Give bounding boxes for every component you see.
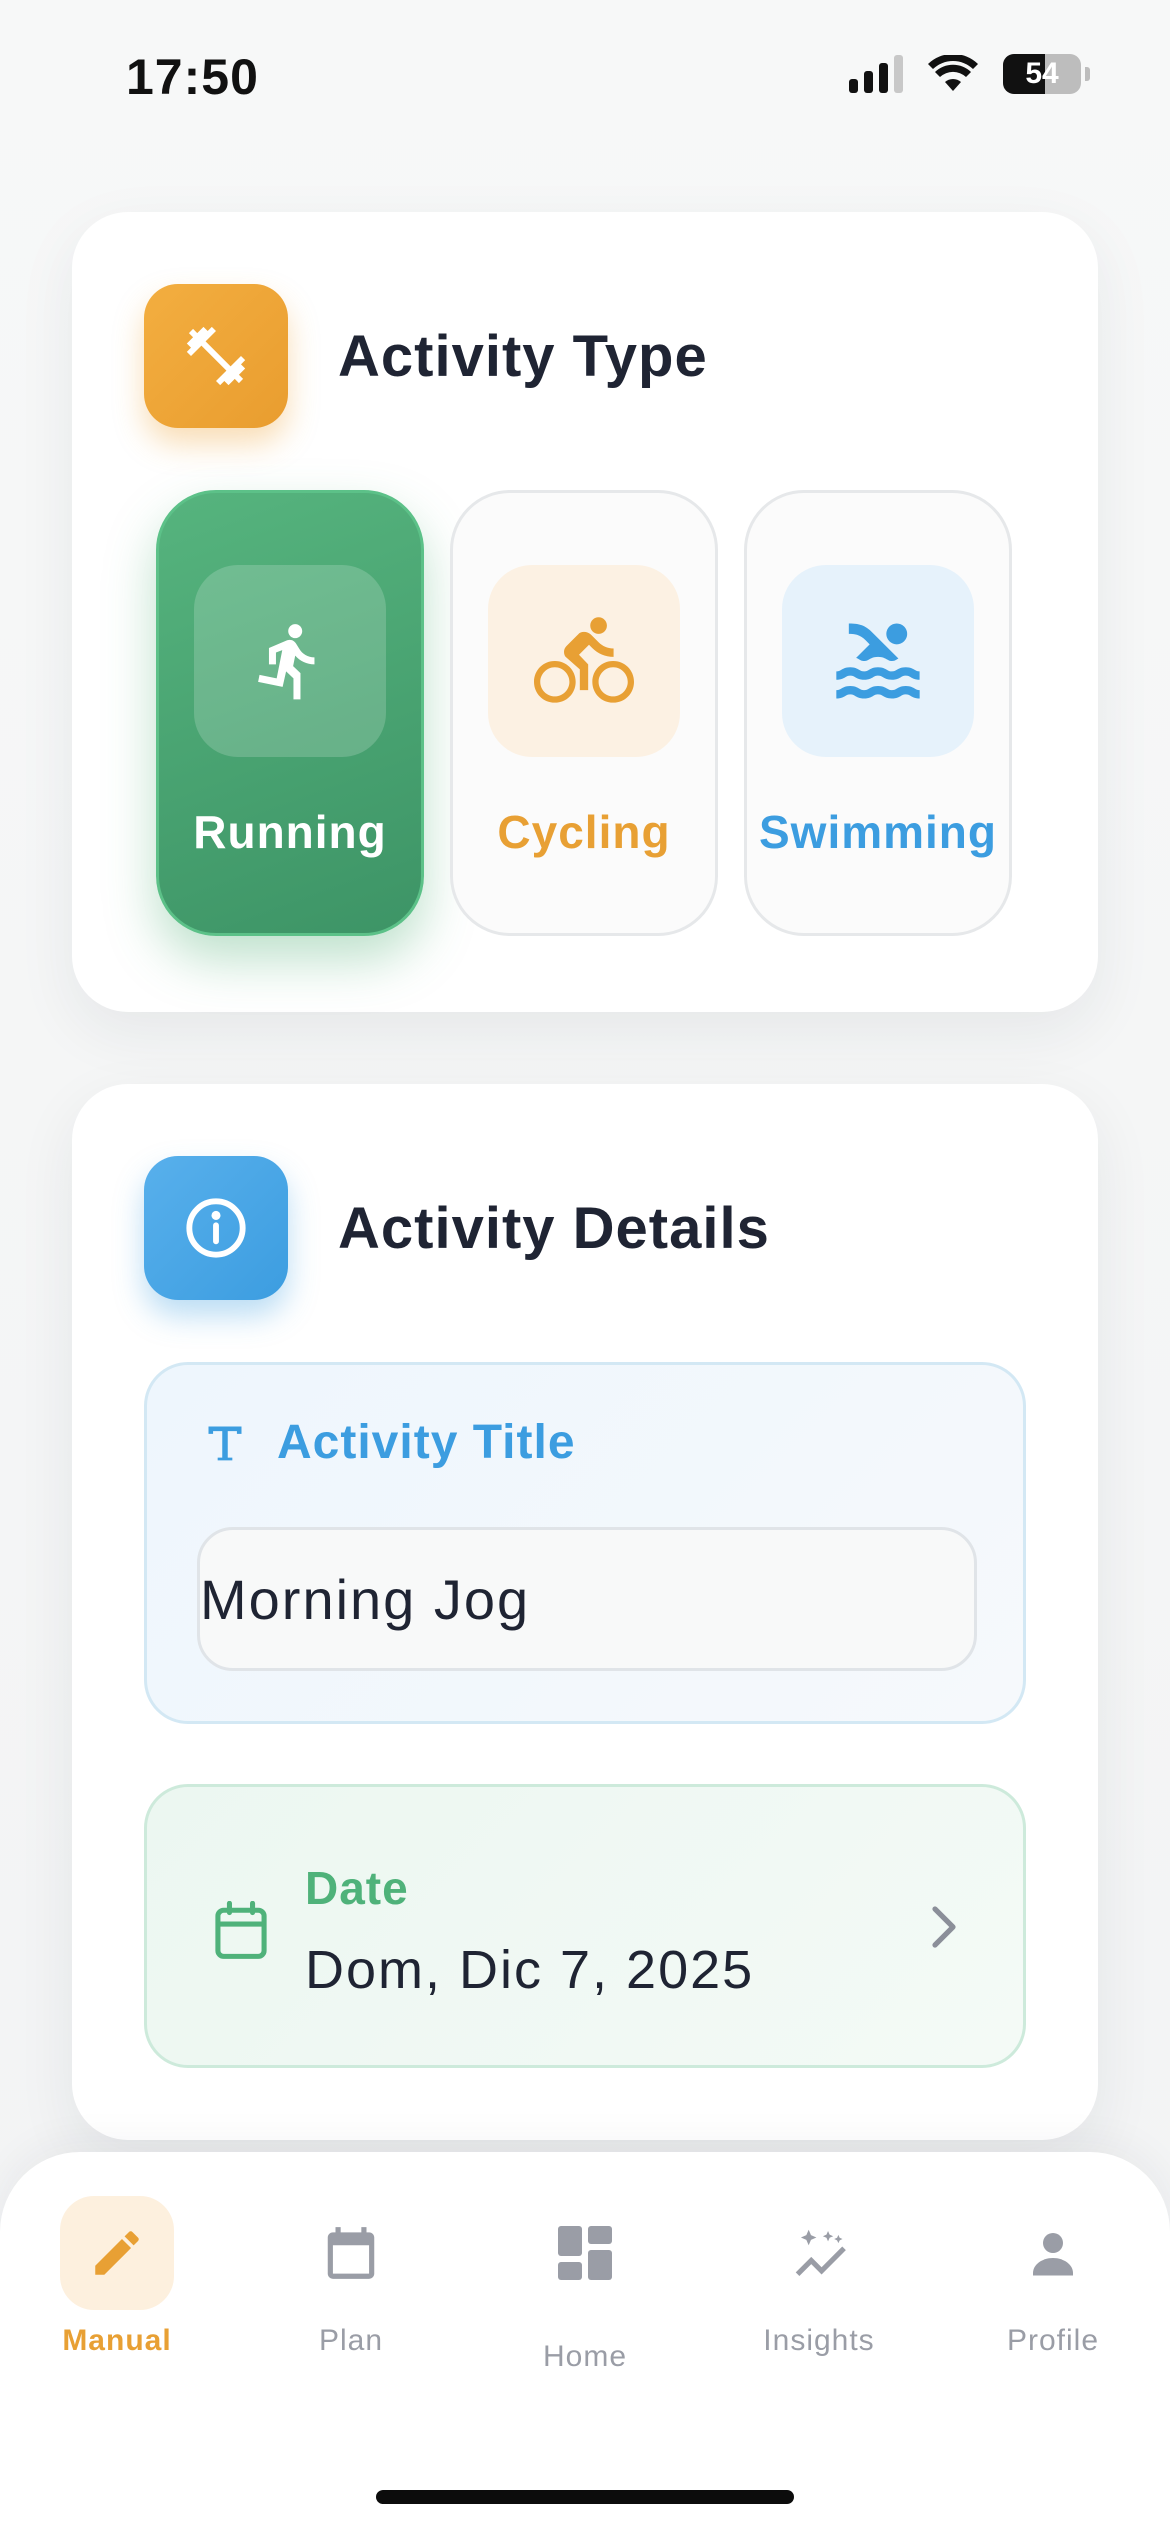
activity-title-input[interactable] [197, 1527, 977, 1671]
wifi-icon [928, 55, 978, 91]
nav-item-home[interactable]: Home [468, 2196, 702, 2374]
pencil-icon [60, 2196, 174, 2310]
nav-item-plan[interactable]: Plan [234, 2196, 468, 2358]
activity-option-label: Swimming [758, 806, 998, 858]
activity-option-running[interactable]: Running [156, 490, 424, 936]
activity-details-header: Activity Details [144, 1156, 770, 1300]
swimming-icon [782, 565, 974, 757]
bottom-navigation: Manual Plan Home Insights Profile [0, 2152, 1170, 2532]
date-value: Dom, Dic 7, 2025 [305, 1940, 755, 2000]
activity-title-label-row: Activity Title [203, 1415, 576, 1470]
nav-label: Manual [62, 2324, 172, 2357]
nav-label: Insights [763, 2324, 875, 2357]
activity-title-label: Activity Title [277, 1416, 576, 1469]
screen: 17:50 54 Activity Type Running Cycling S… [0, 0, 1170, 2532]
info-icon [144, 1156, 288, 1300]
chevron-right-icon [932, 1906, 956, 1948]
date-picker-row[interactable]: Date Dom, Dic 7, 2025 [144, 1784, 1026, 2068]
nav-item-profile[interactable]: Profile [936, 2196, 1170, 2358]
dumbbell-icon [144, 284, 288, 428]
nav-label: Home [542, 2340, 628, 2373]
calendar-icon [215, 1901, 267, 1959]
nav-label: Profile [1006, 2324, 1100, 2357]
nav-item-insights[interactable]: Insights [702, 2196, 936, 2358]
activity-option-label: Running [193, 806, 387, 858]
battery-icon: 54 [1003, 54, 1081, 94]
home-indicator[interactable] [376, 2490, 794, 2504]
activity-details-card: Activity Details Activity Title Date Dom… [72, 1084, 1098, 2140]
person-icon [996, 2196, 1110, 2310]
date-label: Date [305, 1862, 409, 1914]
text-icon [208, 1426, 242, 1460]
sparkle-chart-icon [762, 2196, 876, 2310]
dashboard-icon [528, 2196, 642, 2310]
battery-level: 54 [1025, 57, 1059, 90]
status-time: 17:50 [126, 49, 259, 105]
activity-option-label: Cycling [497, 806, 671, 858]
activity-type-header: Activity Type [144, 284, 708, 428]
nav-item-manual[interactable]: Manual [0, 2196, 234, 2358]
running-icon [194, 565, 386, 757]
activity-type-card: Activity Type Running Cycling Swimming [72, 212, 1098, 1012]
activity-option-cycling[interactable]: Cycling [450, 490, 718, 936]
status-icons: 54 [849, 54, 1090, 94]
activity-type-options: Running Cycling Swimming [156, 490, 1012, 936]
activity-option-swimming[interactable]: Swimming [744, 490, 1012, 936]
bicycle-icon [488, 565, 680, 757]
activity-title-section: Activity Title [144, 1362, 1026, 1724]
cellular-signal-icon [849, 55, 903, 93]
activity-type-title: Activity Type [338, 323, 708, 389]
nav-label: Plan [318, 2324, 384, 2357]
calendar-icon [294, 2196, 408, 2310]
activity-details-title: Activity Details [338, 1195, 770, 1261]
status-bar: 17:50 54 [0, 0, 1170, 150]
